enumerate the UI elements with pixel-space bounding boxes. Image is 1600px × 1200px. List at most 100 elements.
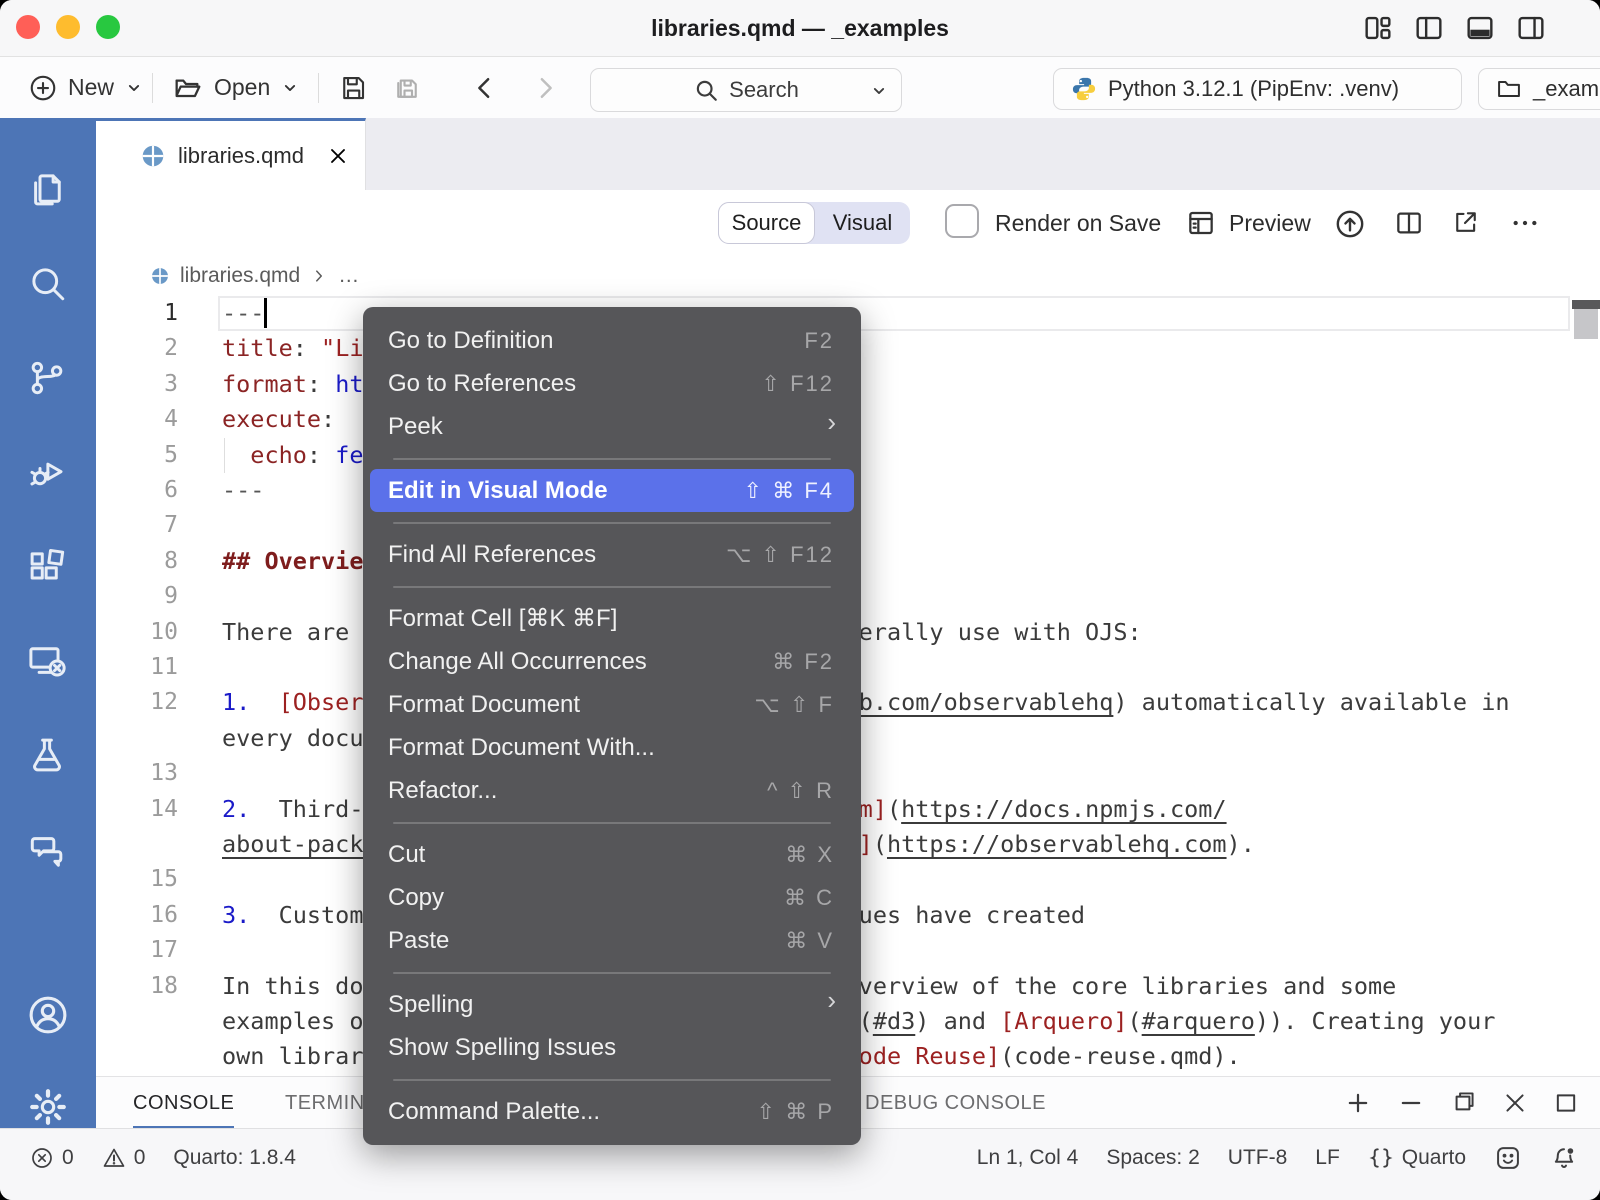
customize-layout-icon[interactable] xyxy=(1361,11,1395,45)
status-item-quarto-version[interactable]: Quarto: 1.8.4 xyxy=(173,1146,296,1170)
tab-libraries-qmd[interactable]: libraries.qmd xyxy=(96,118,366,190)
restore-panel-icon[interactable] xyxy=(1449,1089,1477,1117)
menu-item-format-document[interactable]: Format Document⌥ ⇧ F xyxy=(370,683,854,726)
breadcrumb-file[interactable]: libraries.qmd xyxy=(180,264,300,288)
visual-mode-button[interactable]: Visual xyxy=(815,202,910,244)
menu-item-format-document-with[interactable]: Format Document With... xyxy=(370,726,854,769)
status-item-text: LF xyxy=(1315,1146,1340,1170)
menu-separator xyxy=(393,972,831,974)
menu-item-find-all-references[interactable]: Find All References⌥ ⇧ F12 xyxy=(370,533,854,576)
menu-item-show-spelling-issues[interactable]: Show Spelling Issues xyxy=(370,1026,854,1069)
status-item-language-mode[interactable]: Quarto xyxy=(1368,1145,1466,1171)
preview-label[interactable]: Preview xyxy=(1229,190,1311,256)
sidebar-item-account[interactable] xyxy=(26,993,70,1037)
menu-item-shortcut: ⌘ V xyxy=(785,928,834,954)
menu-item-spelling[interactable]: Spelling› xyxy=(370,983,854,1026)
chevron-down-icon xyxy=(124,78,144,98)
more-actions-icon[interactable] xyxy=(1509,207,1541,239)
status-item-notifications[interactable] xyxy=(1550,1144,1578,1172)
menu-item-label: Cut xyxy=(388,841,425,869)
menu-item-go-to-references[interactable]: Go to References⇧ F12 xyxy=(370,362,854,405)
menu-item-cut[interactable]: Cut ⌘ X xyxy=(370,833,854,876)
sidebar-item-testing[interactable] xyxy=(26,734,70,778)
menu-item-refactor[interactable]: Refactor...^ ⇧ R xyxy=(370,769,854,812)
status-item-feedback[interactable] xyxy=(1494,1144,1522,1172)
sidebar-item-explorer[interactable] xyxy=(26,168,70,212)
new-button[interactable]: New xyxy=(28,57,144,118)
menu-item-go-to-definition[interactable]: Go to DefinitionF2 xyxy=(370,319,854,362)
render-on-save-checkbox[interactable] xyxy=(945,204,979,238)
remote-icon xyxy=(26,640,68,682)
menu-item-command-palette[interactable]: Command Palette...⇧ ⌘ P xyxy=(370,1090,854,1133)
menu-item-copy[interactable]: Copy⌘ C xyxy=(370,876,854,919)
menu-item-paste[interactable]: Paste ⌘ V xyxy=(370,919,854,962)
line-number: 7 xyxy=(96,508,178,543)
sidebar-item-settings[interactable] xyxy=(26,1085,70,1129)
code-line: --- xyxy=(222,473,264,508)
open-button[interactable]: Open xyxy=(172,57,300,118)
line-number: 16 xyxy=(96,898,178,933)
menu-item-format-cell-k-f[interactable]: Format Cell [⌘K ⌘F] xyxy=(370,597,854,640)
chevron-down-icon[interactable] xyxy=(869,81,889,101)
breadcrumb-more[interactable]: … xyxy=(338,264,359,288)
interpreter-picker[interactable]: Python 3.12.1 (PipEnv: .venv) xyxy=(1053,68,1462,110)
search-input[interactable]: Search xyxy=(590,68,902,112)
line-number: 12 xyxy=(96,685,178,720)
sidebar-item-source-control[interactable] xyxy=(26,357,70,401)
sidebar-item-run-and-debug[interactable] xyxy=(26,451,70,495)
sidebar-item-chat[interactable] xyxy=(26,829,70,873)
render-on-save-label: Render on Save xyxy=(995,190,1161,256)
line-number: 9 xyxy=(96,579,178,614)
sidebar-item-remote-explorer[interactable] xyxy=(26,640,70,684)
save-all-button[interactable] xyxy=(392,57,422,118)
menu-item-edit-in-visual-mode[interactable]: Edit in Visual Mode⇧ ⌘ F4 xyxy=(370,469,854,512)
split-editor-icon[interactable] xyxy=(1393,207,1425,239)
source-mode-button[interactable]: Source xyxy=(718,202,815,244)
menu-item-label: Refactor... xyxy=(388,777,497,805)
tab-label: libraries.qmd xyxy=(178,143,304,169)
line-number: 13 xyxy=(96,756,178,791)
line-number: 4 xyxy=(96,402,178,437)
new-console-icon[interactable] xyxy=(1344,1089,1372,1117)
menu-item-change-all-occurrences[interactable]: Change All Occurrences ⌘ F2 xyxy=(370,640,854,683)
panel-tab-debug-console[interactable]: DEBUG CONSOLE xyxy=(865,1077,1046,1129)
minimize-panel-icon[interactable] xyxy=(1397,1089,1425,1117)
maximize-panel-icon[interactable] xyxy=(1552,1089,1580,1117)
back-button[interactable] xyxy=(470,57,500,118)
toggle-panel-icon[interactable] xyxy=(1463,11,1497,45)
preview-icon[interactable] xyxy=(1185,207,1217,239)
render-icon[interactable] xyxy=(1333,207,1365,239)
status-item-warning-count[interactable]: 0 xyxy=(102,1146,146,1170)
folder-icon xyxy=(1495,75,1523,103)
open-external-icon[interactable] xyxy=(1451,207,1483,239)
forward-button[interactable] xyxy=(530,57,560,118)
save-button[interactable] xyxy=(338,57,368,118)
toggle-secondary-sidebar-icon[interactable] xyxy=(1514,11,1548,45)
menu-item-shortcut: ⌥ ⇧ F12 xyxy=(726,542,834,568)
menu-item-shortcut: ⌘ X xyxy=(785,842,834,868)
status-item-eol[interactable]: LF xyxy=(1315,1146,1340,1170)
toggle-sidebar-icon[interactable] xyxy=(1412,11,1446,45)
menu-item-label: Paste xyxy=(388,927,449,955)
panel-tab-console[interactable]: CONSOLE xyxy=(133,1077,234,1129)
menu-item-peek[interactable]: Peek› xyxy=(370,405,854,448)
status-item-text: Spaces: 2 xyxy=(1106,1146,1199,1170)
project-button[interactable]: _examples xyxy=(1478,68,1600,110)
folder-open-icon xyxy=(172,72,204,104)
sidebar-item-search[interactable] xyxy=(26,262,70,306)
submenu-chevron-icon: › xyxy=(827,985,836,1016)
status-item-error-count[interactable]: 0 xyxy=(30,1146,74,1170)
quarto-file-icon xyxy=(140,143,166,169)
close-tab-icon[interactable] xyxy=(326,144,350,168)
status-item-encoding[interactable]: UTF-8 xyxy=(1228,1146,1288,1170)
app-window: libraries.qmd — _examples New Open xyxy=(0,0,1600,1200)
menu-item-label: Format Document With... xyxy=(388,734,655,762)
status-item-indentation[interactable]: Spaces: 2 xyxy=(1106,1146,1199,1170)
menu-item-shortcut: ⌘ F2 xyxy=(772,649,834,675)
menu-item-shortcut: ⇧ ⌘ F4 xyxy=(744,478,834,504)
status-item-cursor-position[interactable]: Ln 1, Col 4 xyxy=(977,1146,1079,1170)
sidebar-item-extensions[interactable] xyxy=(26,546,70,590)
scrollbar-thumb[interactable] xyxy=(1574,309,1598,339)
menu-item-label: Change All Occurrences xyxy=(388,648,647,676)
close-panel-icon[interactable] xyxy=(1501,1089,1529,1117)
